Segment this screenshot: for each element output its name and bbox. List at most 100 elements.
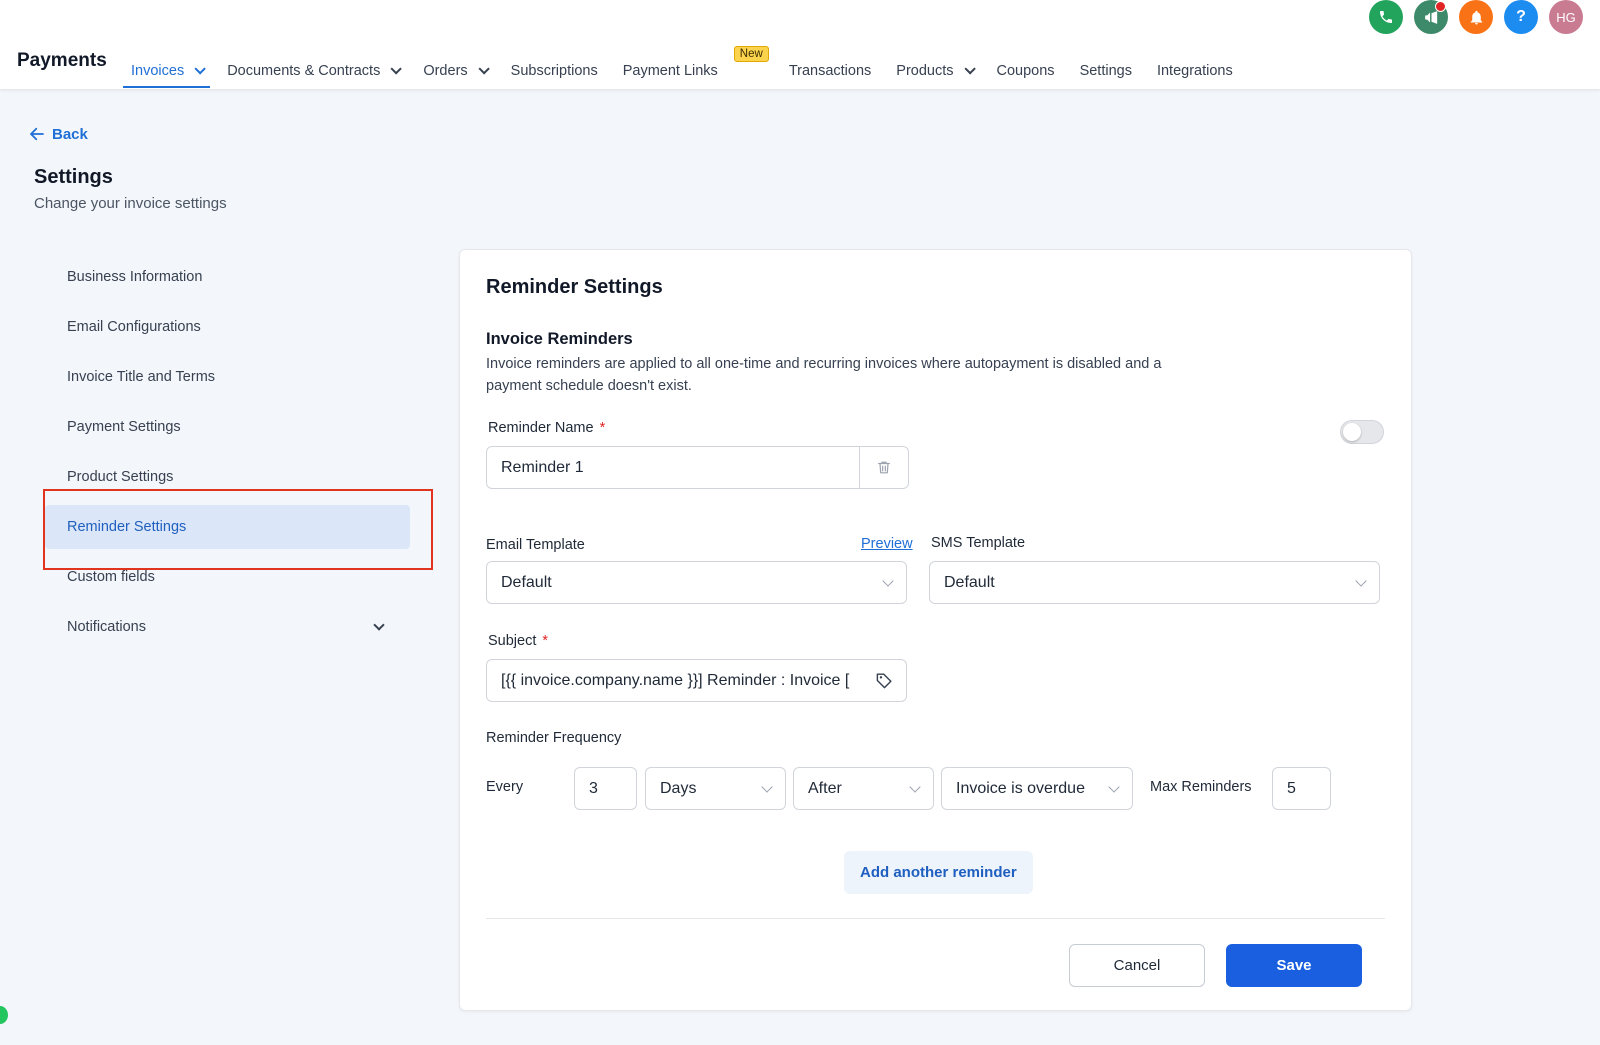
- select-value: After: [808, 779, 842, 797]
- nav-label: Documents & Contracts: [227, 63, 381, 79]
- sidebar-item-email-configurations[interactable]: Email Configurations: [45, 305, 410, 349]
- label-text: Reminder Name: [488, 420, 594, 436]
- chevron-down-icon: [1355, 575, 1367, 587]
- sidebar-item-label: Notifications: [67, 619, 146, 635]
- back-label: Back: [52, 125, 88, 143]
- cancel-button[interactable]: Cancel: [1069, 944, 1205, 987]
- sidebar-item-label: Reminder Settings: [67, 519, 187, 535]
- email-template-label: Email Template: [486, 537, 585, 553]
- input-value: 5: [1287, 779, 1296, 797]
- page-subtitle: Change your invoice settings: [34, 195, 227, 212]
- tag-icon[interactable]: [875, 671, 894, 690]
- select-value: Days: [660, 779, 697, 797]
- frequency-unit-select[interactable]: Days: [645, 767, 786, 810]
- megaphone-icon[interactable]: [1414, 0, 1448, 34]
- help-glyph: ?: [1516, 8, 1526, 25]
- nav-label: Subscriptions: [510, 63, 598, 79]
- nav-label: Products: [896, 63, 954, 79]
- save-button[interactable]: Save: [1226, 944, 1362, 987]
- nav-subscriptions[interactable]: Subscriptions: [503, 40, 606, 88]
- nav-orders[interactable]: Orders: [415, 40, 493, 88]
- sidebar-item-product-settings[interactable]: Product Settings: [45, 455, 410, 499]
- chevron-down-icon: [761, 781, 773, 793]
- sidebar-item-payment-settings[interactable]: Payment Settings: [45, 405, 410, 449]
- sidebar-item-label: Invoice Title and Terms: [67, 369, 216, 385]
- frequency-number-input[interactable]: 3: [574, 767, 637, 810]
- header-actions: ? HG: [1369, 0, 1583, 34]
- sidebar-item-business-information[interactable]: Business Information: [45, 255, 410, 299]
- phone-icon[interactable]: [1369, 0, 1403, 34]
- nav-invoices[interactable]: Invoices: [123, 40, 211, 88]
- sidebar-item-notifications[interactable]: Notifications: [45, 605, 410, 649]
- sidebar-item-custom-fields[interactable]: Custom fields: [45, 555, 410, 599]
- chevron-down-icon: [909, 781, 921, 793]
- trash-icon: [877, 461, 890, 474]
- input-value: Reminder 1: [501, 458, 584, 476]
- required-mark: *: [599, 420, 606, 436]
- divider: [486, 918, 1385, 919]
- settings-sidebar: Business Information Email Configuration…: [45, 255, 410, 655]
- nav-settings[interactable]: Settings: [1072, 40, 1140, 88]
- select-value: Default: [944, 573, 995, 591]
- nav-documents-contracts[interactable]: Documents & Contracts: [219, 40, 406, 88]
- chevron-down-icon: [478, 63, 490, 75]
- arrow-left-icon: [30, 127, 44, 141]
- sidebar-item-label: Business Information: [67, 269, 203, 285]
- sidebar-item-label: Payment Settings: [67, 419, 181, 435]
- help-icon[interactable]: ?: [1504, 0, 1538, 34]
- sidebar-item-reminder-settings[interactable]: Reminder Settings: [45, 505, 410, 549]
- chevron-down-icon: [1108, 781, 1120, 793]
- subject-input[interactable]: [{{ invoice.company.name }}] Reminder : …: [486, 659, 907, 702]
- max-reminders-input[interactable]: 5: [1272, 767, 1331, 810]
- nav-label: Orders: [423, 63, 468, 79]
- avatar[interactable]: HG: [1549, 0, 1583, 34]
- nav-label: Payment Links: [622, 63, 718, 79]
- required-mark: *: [542, 633, 549, 649]
- every-label: Every: [486, 779, 524, 795]
- reminder-name-input[interactable]: Reminder 1: [486, 446, 860, 489]
- back-link[interactable]: Back: [28, 125, 88, 143]
- input-value: 3: [589, 779, 598, 797]
- reminder-settings-card: Reminder Settings Invoice Reminders Invo…: [459, 249, 1412, 1011]
- card-title: Reminder Settings: [486, 276, 663, 298]
- chevron-down-icon: [373, 619, 385, 631]
- sms-template-select[interactable]: Default: [929, 561, 1380, 604]
- nav-integrations[interactable]: Integrations: [1149, 40, 1241, 88]
- nav-label: Invoices: [131, 63, 185, 79]
- reminder-enable-toggle[interactable]: [1340, 420, 1384, 444]
- section-description: Invoice reminders are applied to all one…: [486, 356, 1162, 394]
- input-value: [{{ invoice.company.name }}] Reminder : …: [501, 671, 850, 689]
- sidebar-item-label: Custom fields: [67, 569, 155, 585]
- app-title: Payments: [17, 50, 107, 71]
- max-reminders-label: Max Reminders: [1150, 779, 1252, 795]
- sms-template-label: SMS Template: [931, 535, 1026, 551]
- page-title: Settings: [34, 166, 113, 188]
- label-text: Subject: [488, 633, 537, 649]
- chat-widget-icon[interactable]: [0, 1006, 8, 1024]
- main-nav: Invoices Documents & Contracts Orders Su…: [123, 40, 1250, 90]
- delete-reminder-button[interactable]: [859, 446, 909, 489]
- reminder-frequency-label: Reminder Frequency: [486, 730, 622, 746]
- sidebar-item-invoice-title-terms[interactable]: Invoice Title and Terms: [45, 355, 410, 399]
- nav-payment-links[interactable]: Payment Links New: [615, 40, 769, 88]
- sidebar-item-label: Email Configurations: [67, 319, 201, 335]
- frequency-when-select[interactable]: After: [793, 767, 934, 810]
- top-navigation-bar: Payments Invoices Documents & Contracts …: [0, 0, 1600, 90]
- bell-icon[interactable]: [1459, 0, 1493, 34]
- avatar-initials: HG: [1556, 9, 1576, 25]
- nav-label: Settings: [1079, 63, 1132, 79]
- chevron-down-icon: [882, 575, 894, 587]
- add-another-reminder-button[interactable]: Add another reminder: [844, 851, 1033, 894]
- nav-coupons[interactable]: Coupons: [989, 40, 1063, 88]
- nav-products[interactable]: Products: [888, 40, 979, 88]
- frequency-trigger-select[interactable]: Invoice is overdue: [941, 767, 1133, 810]
- chevron-down-icon: [390, 63, 403, 75]
- section-title: Invoice Reminders: [486, 330, 633, 348]
- nav-label: Transactions: [788, 63, 872, 79]
- preview-link[interactable]: Preview: [861, 536, 913, 552]
- nav-label: Coupons: [996, 63, 1055, 79]
- chevron-down-icon: [963, 63, 976, 75]
- select-value: Default: [501, 573, 552, 591]
- nav-transactions[interactable]: Transactions: [781, 40, 879, 88]
- email-template-select[interactable]: Default: [486, 561, 907, 604]
